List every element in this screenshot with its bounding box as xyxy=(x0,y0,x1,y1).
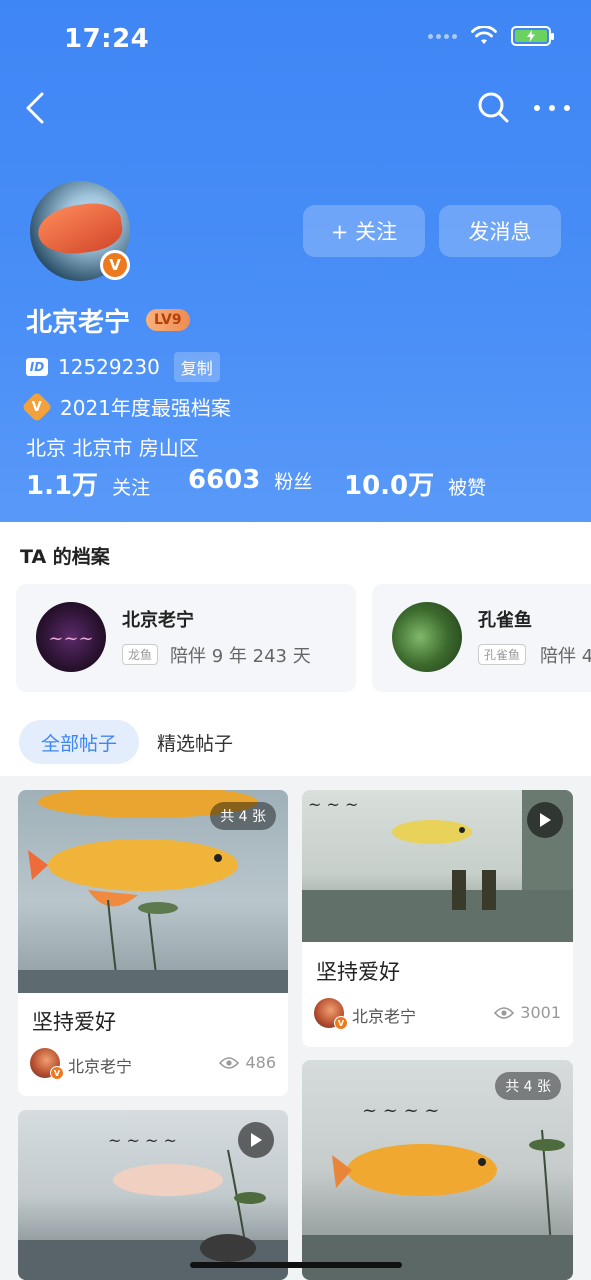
copy-button[interactable]: 复制 xyxy=(173,352,220,382)
post-author: 北京老宁 xyxy=(68,1057,133,1076)
svg-text:~ ~ ~ ~: ~ ~ ~ ~ xyxy=(108,1131,177,1150)
archive-name: 北京老宁 xyxy=(122,610,194,631)
user-id: 12529230 xyxy=(58,355,160,379)
signal-icon xyxy=(428,33,457,39)
post-card[interactable]: ~ ~ ~ 坚持爱好 V 北京老宁 3001 xyxy=(302,790,573,1047)
username: 北京老宁 xyxy=(26,308,131,338)
author-verified-badge: V xyxy=(334,1016,348,1030)
archive-tag: 龙鱼 xyxy=(122,644,159,665)
archive-avatar: ~~~ xyxy=(36,602,106,672)
post-views: 3001 xyxy=(494,1003,561,1022)
archive-tag: 孔雀鱼 xyxy=(478,644,527,665)
post-card[interactable]: ~ ~ ~ ~ xyxy=(18,1110,288,1280)
honor-icon: V xyxy=(21,390,53,423)
profile-header: 17:24 V + 关注 发消息 北京老宁 LV9 ID 12529230 复制… xyxy=(0,0,591,540)
post-title: 坚持爱好 xyxy=(316,960,400,984)
play-icon[interactable] xyxy=(527,802,563,838)
archive-days: 陪伴 4 xyxy=(540,646,591,667)
honor-row: V 2021年度最强档案 xyxy=(21,390,231,423)
post-views: 486 xyxy=(219,1053,276,1072)
follow-button[interactable]: + 关注 xyxy=(303,205,425,257)
wifi-icon xyxy=(471,26,497,44)
post-title: 坚持爱好 xyxy=(32,1010,116,1034)
eye-icon xyxy=(494,1006,515,1019)
more-icon[interactable] xyxy=(534,96,570,120)
status-icons xyxy=(428,26,554,46)
honor-text: 2021年度最强档案 xyxy=(60,396,231,420)
svg-text:~~~: ~~~ xyxy=(48,628,93,649)
level-badge: LV9 xyxy=(146,309,190,331)
back-icon[interactable] xyxy=(20,90,56,126)
id-icon: ID xyxy=(26,358,48,376)
archive-days: 陪伴 9 年 243 天 xyxy=(170,646,311,667)
tab-featured-posts[interactable]: 精选帖子 xyxy=(157,720,233,764)
stat-following[interactable]: 1.1万 关注 xyxy=(26,465,150,502)
stat-fans[interactable]: 6603 粉丝 xyxy=(188,465,312,495)
battery-icon xyxy=(511,26,554,46)
post-card[interactable]: 共 4 张 坚持爱好 V 北京老宁 486 xyxy=(18,790,288,1096)
message-button[interactable]: 发消息 xyxy=(439,205,561,257)
author-verified-badge: V xyxy=(50,1066,64,1080)
image-count-badge: 共 4 张 xyxy=(495,1072,561,1100)
archive-title: TA 的档案 xyxy=(20,546,110,568)
id-row: ID 12529230 复制 xyxy=(26,352,220,382)
home-indicator xyxy=(190,1262,402,1268)
location: 北京 北京市 房山区 xyxy=(26,436,199,460)
tab-all-posts[interactable]: 全部帖子 xyxy=(19,720,139,764)
image-count-badge: 共 4 张 xyxy=(210,802,276,830)
stats-row: 1.1万 关注 6603 粉丝 10.0万 被赞 xyxy=(26,465,566,505)
svg-text:~ ~ ~: ~ ~ ~ xyxy=(308,795,358,814)
post-author: 北京老宁 xyxy=(352,1007,417,1026)
verified-badge: V xyxy=(100,250,130,280)
archive-card[interactable]: ~~~ 北京老宁 龙鱼 陪伴 9 年 243 天 xyxy=(16,584,356,692)
archive-avatar xyxy=(392,602,462,672)
status-time: 17:24 xyxy=(64,24,150,54)
search-icon[interactable] xyxy=(476,90,510,124)
eye-icon xyxy=(219,1056,240,1069)
play-icon[interactable] xyxy=(238,1122,274,1158)
archive-card[interactable]: 孔雀鱼 孔雀鱼 陪伴 4 xyxy=(372,584,591,692)
svg-text:~ ~ ~ ~: ~ ~ ~ ~ xyxy=(362,1100,440,1121)
archive-name: 孔雀鱼 xyxy=(478,610,532,631)
stat-likes[interactable]: 10.0万 被赞 xyxy=(344,465,486,502)
post-card[interactable]: ~ ~ ~ ~ 共 4 张 xyxy=(302,1060,573,1280)
